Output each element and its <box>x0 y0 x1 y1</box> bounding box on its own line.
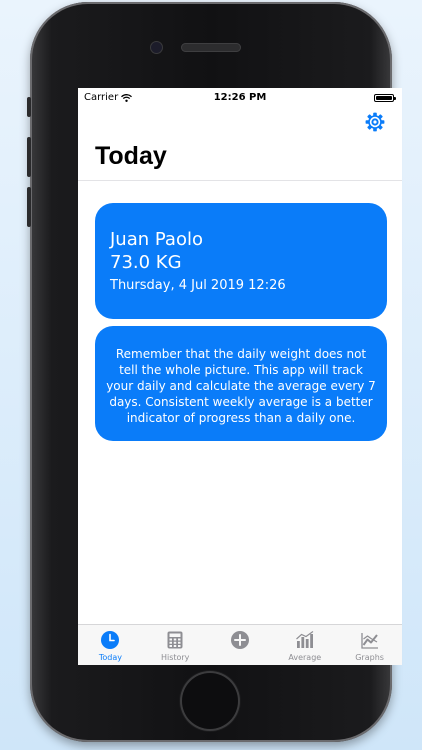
tab-today-label: Today <box>98 653 122 662</box>
status-time: 12:26 PM <box>213 92 267 103</box>
tab-add[interactable] <box>208 625 273 665</box>
calculator-icon <box>167 631 183 649</box>
weight-card[interactable]: Juan Paolo 73.0 KG Thursday, 4 Jul 2019 … <box>95 203 387 319</box>
header-divider <box>78 180 402 181</box>
page-title: Today <box>95 142 167 170</box>
tab-graphs[interactable]: Graphs <box>337 625 402 665</box>
tab-bar: Today History Average Graphs <box>78 624 402 665</box>
line-graph-icon <box>360 633 378 649</box>
user-name: Juan Paolo <box>110 229 203 250</box>
tab-today[interactable]: Today <box>78 625 143 665</box>
front-camera <box>151 42 162 53</box>
volume-up-button <box>27 137 31 177</box>
tab-graphs-label: Graphs <box>355 653 384 662</box>
add-circle-icon <box>230 631 249 649</box>
clock-icon <box>101 631 120 649</box>
earpiece-speaker <box>181 43 241 52</box>
tab-history-label: History <box>160 653 190 662</box>
status-bar: Carrier 12:26 PM <box>78 88 402 108</box>
weight-date: Thursday, 4 Jul 2019 12:26 <box>110 278 286 293</box>
tab-average[interactable]: Average <box>272 625 337 665</box>
battery-icon <box>374 94 396 102</box>
volume-down-button <box>27 187 31 227</box>
tip-text: Remember that the daily weight does not … <box>106 347 376 425</box>
battery-level <box>376 96 392 100</box>
phone-frame: Carrier 12:26 PM Today Juan Paolo 73.0 K… <box>27 2 402 742</box>
bar-chart-icon <box>295 631 314 648</box>
gear-icon[interactable] <box>365 112 385 132</box>
tip-card: Remember that the daily weight does not … <box>95 326 387 441</box>
tab-history[interactable]: History <box>143 625 208 665</box>
tab-average-label: Average <box>288 653 322 662</box>
battery-tip <box>394 97 396 100</box>
silent-switch <box>27 97 31 117</box>
home-button[interactable] <box>182 673 238 729</box>
weight-value: 73.0 KG <box>110 252 182 273</box>
app-screen: Carrier 12:26 PM Today Juan Paolo 73.0 K… <box>78 88 402 665</box>
